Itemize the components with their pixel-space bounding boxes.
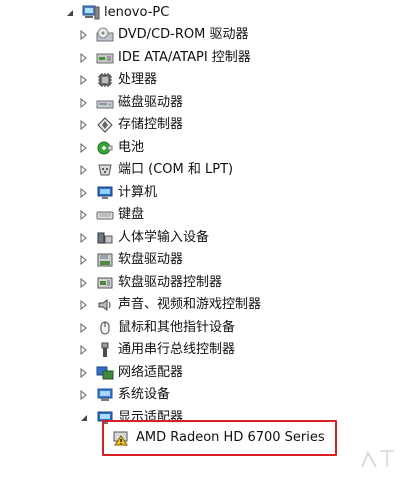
computer-root-icon — [82, 4, 100, 22]
tree-item-ide[interactable]: IDE ATA/ATAPI 控制器 — [78, 47, 251, 69]
battery-icon — [96, 139, 114, 157]
expand-arrow-icon[interactable] — [78, 277, 90, 289]
expand-arrow-icon[interactable] — [78, 119, 90, 131]
tree-item-floppy[interactable]: 软盘驱动器 — [78, 249, 183, 271]
tree-item-port[interactable]: 端口 (COM 和 LPT) — [78, 159, 233, 181]
collapse-arrow-icon[interactable] — [64, 7, 76, 19]
tree-item-keyboard[interactable]: 键盘 — [78, 204, 144, 226]
expand-arrow-icon[interactable] — [78, 29, 90, 41]
disk-drive-icon — [96, 94, 114, 112]
network-adapter-icon — [96, 364, 114, 382]
tree-item-mouse[interactable]: 鼠标和其他指针设备 — [78, 317, 235, 339]
tree-item-dvd[interactable]: DVD/CD-ROM 驱动器 — [78, 24, 248, 46]
device-manager-tree: lenovo-PC DVD/CD-ROM 驱动器 IDE ATA/ATAPI 控… — [0, 0, 401, 473]
expand-arrow-icon[interactable] — [78, 142, 90, 154]
root-label: lenovo-PC — [104, 5, 170, 20]
tree-root[interactable]: lenovo-PC — [64, 2, 169, 24]
tree-item-system[interactable]: 系统设备 — [78, 384, 170, 406]
ide-controller-icon — [96, 49, 114, 67]
dvd-drive-icon — [96, 26, 114, 44]
storage-controller-icon — [96, 116, 114, 134]
usb-icon — [96, 341, 114, 359]
tree-item-processor[interactable]: 处理器 — [78, 69, 157, 91]
expand-arrow-icon[interactable] — [78, 299, 90, 311]
warning-display-icon — [112, 429, 130, 447]
expand-arrow-icon[interactable] — [78, 367, 90, 379]
expand-arrow-icon[interactable] — [78, 254, 90, 266]
floppy-controller-icon — [96, 274, 114, 292]
expand-arrow-icon[interactable] — [78, 164, 90, 176]
tree-item-network[interactable]: 网络适配器 — [78, 362, 183, 384]
expand-arrow-icon[interactable] — [78, 97, 90, 109]
expand-arrow-icon[interactable] — [78, 52, 90, 64]
tree-item-computer[interactable]: 计算机 — [78, 182, 157, 204]
computer-icon — [96, 184, 114, 202]
collapse-arrow-icon[interactable] — [78, 412, 90, 424]
floppy-drive-icon — [96, 251, 114, 269]
expand-arrow-icon[interactable] — [78, 232, 90, 244]
hid-icon — [96, 229, 114, 247]
mouse-icon — [96, 319, 114, 337]
tree-item-hid[interactable]: 人体学输入设备 — [78, 227, 209, 249]
system-device-icon — [96, 386, 114, 404]
tree-item-disk[interactable]: 磁盘驱动器 — [78, 92, 183, 114]
tree-item-sound[interactable]: 声音、视频和游戏控制器 — [78, 294, 261, 316]
keyboard-icon — [96, 206, 114, 224]
tree-item-storage[interactable]: 存储控制器 — [78, 114, 183, 136]
sound-icon — [96, 296, 114, 314]
expand-arrow-icon[interactable] — [78, 389, 90, 401]
tree-item-floppy-controller[interactable]: 软盘驱动器控制器 — [78, 272, 222, 294]
expand-arrow-icon[interactable] — [78, 209, 90, 221]
port-icon — [96, 161, 114, 179]
device-label: AMD Radeon HD 6700 Series — [136, 430, 325, 445]
expand-arrow-icon[interactable] — [78, 322, 90, 334]
tree-item-usb[interactable]: 通用串行总线控制器 — [78, 339, 235, 361]
tree-item-battery[interactable]: 电池 — [78, 137, 144, 159]
expand-arrow-icon[interactable] — [78, 187, 90, 199]
expand-arrow-icon[interactable] — [78, 74, 90, 86]
tree-item-amd-radeon[interactable]: AMD Radeon HD 6700 Series — [112, 427, 330, 449]
expand-arrow-icon[interactable] — [78, 344, 90, 356]
watermark-logo — [358, 443, 400, 473]
processor-icon — [96, 71, 114, 89]
